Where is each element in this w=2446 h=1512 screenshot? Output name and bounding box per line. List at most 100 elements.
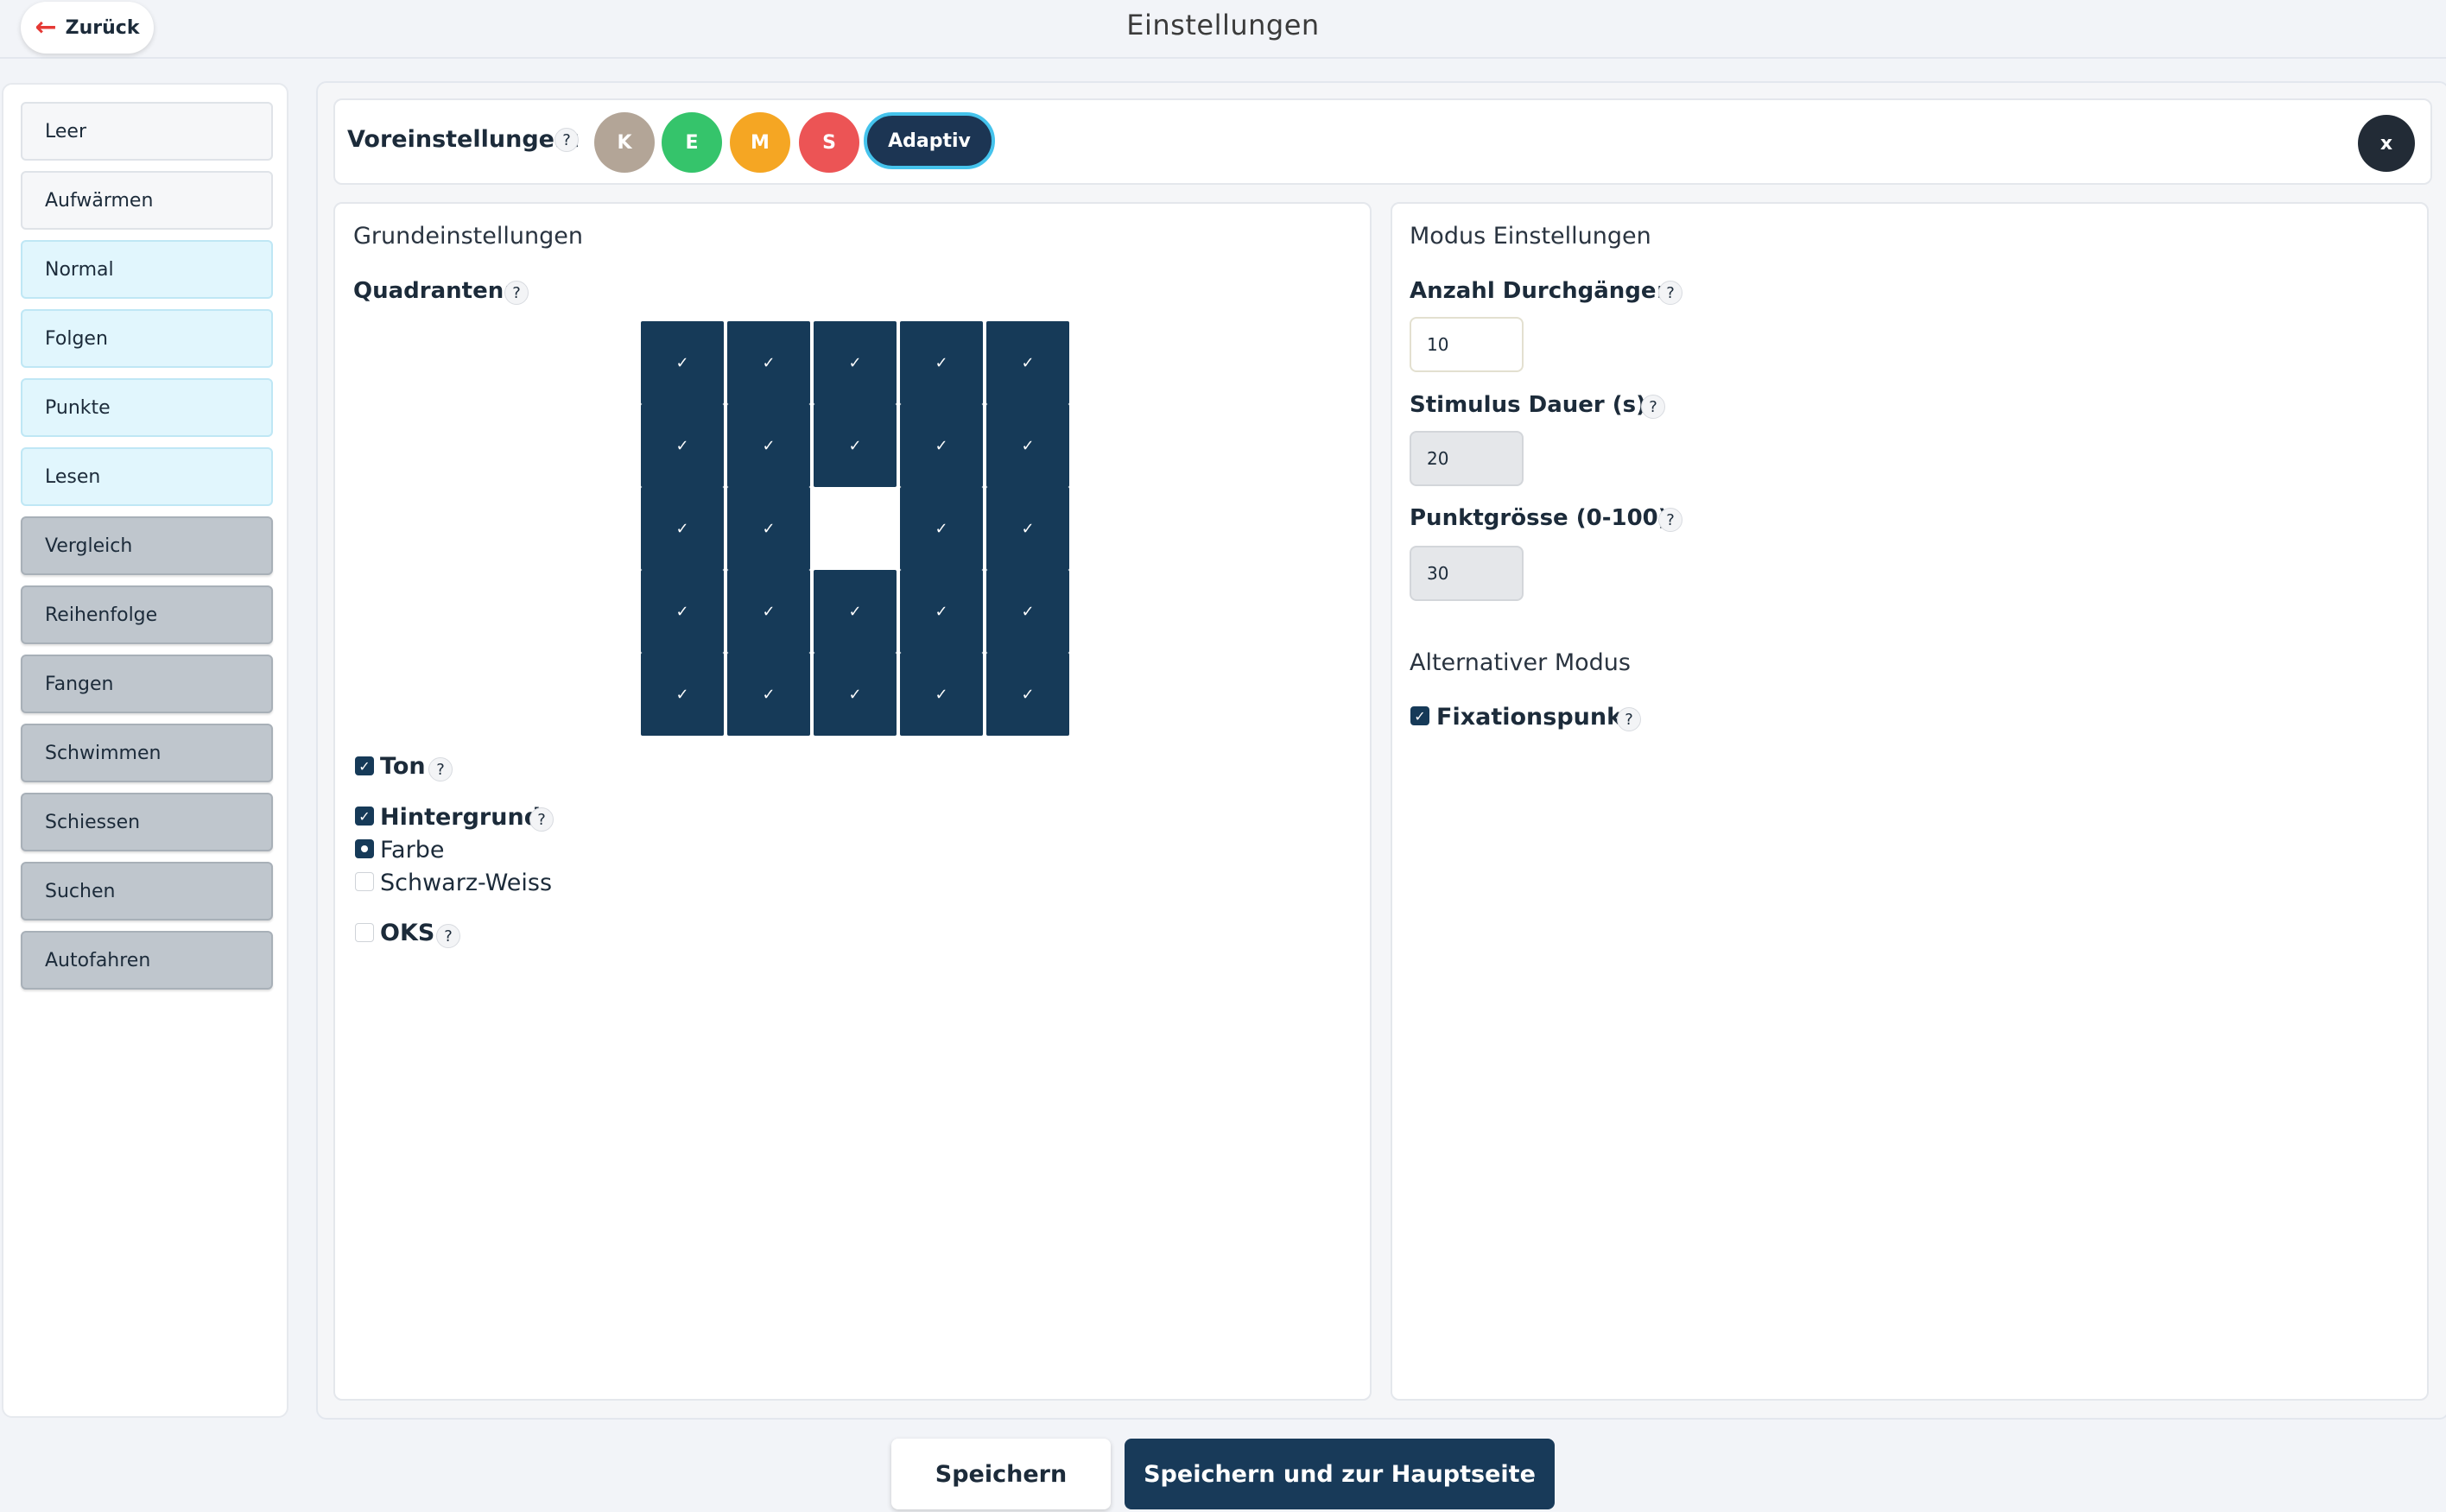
sidebar-item-label: Aufwärmen (45, 189, 154, 212)
quadrant-cell[interactable]: ✓ (986, 653, 1069, 736)
stimulus-label: Stimulus Dauer (s): (1410, 392, 1656, 418)
sidebar-item-schwimmen[interactable]: Schwimmen (21, 724, 273, 782)
quadrant-cell[interactable]: ✓ (986, 404, 1069, 487)
quadrant-cell[interactable]: ✓ (814, 404, 897, 487)
sidebar-item-normal[interactable]: Normal (21, 240, 273, 299)
sidebar-item-schiessen[interactable]: Schiessen (21, 793, 273, 851)
mode-settings-title: Modus Einstellungen (1410, 223, 1651, 250)
quadrant-cell[interactable]: ✓ (814, 321, 897, 404)
preset-e-button[interactable]: E (662, 112, 722, 173)
oks-help-icon[interactable]: ? (436, 924, 460, 948)
check-icon: ✓ (762, 436, 776, 455)
check-icon: ✓ (675, 436, 689, 455)
sidebar-item-punkte[interactable]: Punkte (21, 378, 273, 437)
quadrant-cell[interactable]: ✓ (900, 487, 983, 570)
preset-k-button[interactable]: K (594, 112, 655, 173)
stimulus-input[interactable]: 20 (1410, 431, 1524, 486)
quadrant-cell[interactable]: ✓ (727, 487, 810, 570)
sidebar-item-fangen[interactable]: Fangen (21, 655, 273, 713)
quadrant-cell[interactable]: ✓ (727, 653, 810, 736)
check-icon: ✓ (762, 353, 776, 372)
sidebar-item-folgen[interactable]: Folgen (21, 309, 273, 368)
fixation-help-icon[interactable]: ? (1617, 707, 1641, 731)
quadrant-cell[interactable]: ✓ (814, 653, 897, 736)
quadrant-cell[interactable]: ✓ (727, 404, 810, 487)
color-option-label: Farbe (380, 837, 445, 864)
quadrant-cell[interactable]: ✓ (900, 653, 983, 736)
quadrant-cell[interactable]: ✓ (641, 321, 724, 404)
oks-label: OKS (380, 920, 435, 946)
passes-input[interactable]: 10 (1410, 317, 1524, 372)
quadrant-cell[interactable]: ✓ (727, 570, 810, 653)
quadrant-cell[interactable]: ✓ (900, 321, 983, 404)
check-icon: ✓ (848, 436, 862, 455)
check-icon: ✓ (935, 685, 948, 704)
preset-m-button[interactable]: M (730, 112, 790, 173)
save-and-home-button[interactable]: Speichern und zur Hauptseite (1125, 1439, 1555, 1509)
stimulus-help-icon[interactable]: ? (1641, 395, 1665, 419)
background-help-icon[interactable]: ? (529, 807, 554, 832)
quadrant-cell[interactable]: ✓ (900, 570, 983, 653)
quadrant-cell[interactable]: ✓ (900, 404, 983, 487)
check-icon: ✓ (935, 436, 948, 455)
bw-option-label: Schwarz-Weiss (380, 870, 553, 896)
check-icon: ✓ (848, 353, 862, 372)
check-icon: ✓ (762, 602, 776, 621)
close-button[interactable]: x (2358, 115, 2415, 172)
page-title: Einstellungen (1126, 9, 1320, 41)
passes-label: Anzahl Durchgänge: (1410, 278, 1665, 304)
preset-s-button[interactable]: S (799, 112, 859, 173)
save-button[interactable]: Speichern (891, 1439, 1111, 1509)
check-icon: ✓ (762, 685, 776, 704)
sidebar-item-reihenfolge[interactable]: Reihenfolge (21, 585, 273, 644)
quadrant-cell[interactable]: ✓ (986, 570, 1069, 653)
sidebar-item-suchen[interactable]: Suchen (21, 862, 273, 920)
check-icon: ✓ (1021, 685, 1035, 704)
sound-label: Ton (380, 753, 426, 780)
check-icon: ✓ (1414, 707, 1426, 724)
sidebar-item-vergleich[interactable]: Vergleich (21, 516, 273, 575)
check-icon: ✓ (675, 353, 689, 372)
quadrant-cell[interactable]: ✓ (641, 487, 724, 570)
check-icon: ✓ (935, 519, 948, 538)
check-icon: ✓ (1021, 519, 1035, 538)
preset-adaptiv-button[interactable]: Adaptiv (864, 112, 995, 169)
dot-size-label: Punktgrösse (0-100): (1410, 505, 1678, 531)
sound-help-icon[interactable]: ? (428, 757, 453, 781)
sidebar-item-lesen[interactable]: Lesen (21, 447, 273, 506)
quadrant-cell[interactable]: ✓ (641, 404, 724, 487)
quadrant-cell[interactable]: ✓ (986, 321, 1069, 404)
check-icon: ✓ (675, 685, 689, 704)
fixation-checkbox[interactable]: ✓ (1410, 706, 1429, 725)
passes-help-icon[interactable]: ? (1658, 281, 1682, 305)
dot-size-help-icon[interactable]: ? (1658, 508, 1682, 532)
check-icon: ✓ (1021, 436, 1035, 455)
check-icon: ✓ (1021, 602, 1035, 621)
oks-checkbox[interactable] (355, 923, 374, 942)
quadrants-label: Quadranten: (353, 278, 513, 304)
dot-size-input[interactable]: 30 (1410, 546, 1524, 601)
quadrant-cell[interactable]: ✓ (641, 570, 724, 653)
quadrant-cell[interactable]: ✓ (814, 570, 897, 653)
check-icon: ✓ (358, 807, 371, 825)
preset-help-icon[interactable]: ? (554, 128, 579, 152)
check-icon: ✓ (358, 757, 371, 775)
quadrant-cell[interactable]: ✓ (727, 321, 810, 404)
sidebar-item-autofahren[interactable]: Autofahren (21, 931, 273, 990)
sidebar-item-label: Punkte (45, 396, 111, 419)
color-radio[interactable] (355, 839, 374, 858)
check-icon: ✓ (848, 685, 862, 704)
sound-checkbox[interactable]: ✓ (355, 756, 374, 775)
sidebar-item-leer[interactable]: Leer (21, 102, 273, 161)
check-icon: ✓ (935, 602, 948, 621)
quadrant-cell[interactable]: ✓ (986, 487, 1069, 570)
background-checkbox[interactable]: ✓ (355, 807, 374, 826)
bw-radio[interactable] (355, 872, 374, 891)
sidebar-item-aufwärmen[interactable]: Aufwärmen (21, 171, 273, 230)
preset-label: Voreinstellungen: (347, 126, 580, 153)
quadrants-help-icon[interactable]: ? (504, 281, 529, 305)
sidebar-item-label: Autofahren (45, 949, 151, 971)
sidebar-item-label: Fangen (45, 673, 114, 695)
sidebar-item-label: Normal (45, 258, 114, 281)
quadrant-cell[interactable]: ✓ (641, 653, 724, 736)
